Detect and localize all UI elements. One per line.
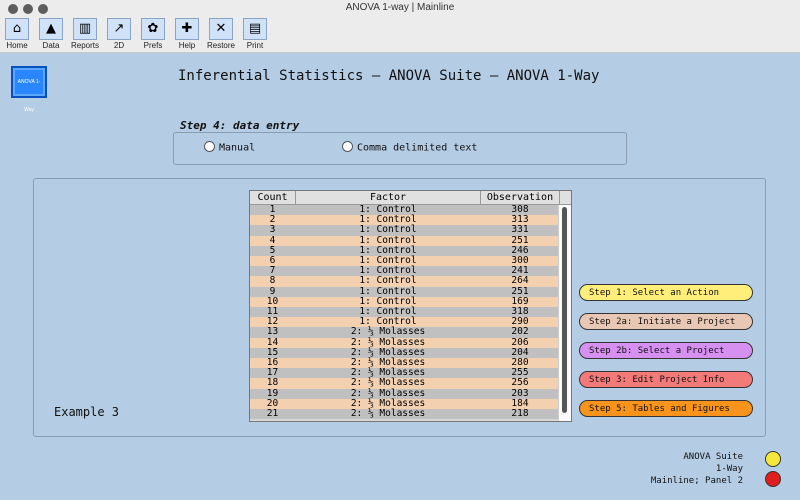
toolbar-prefs-button[interactable]: ✿ Prefs bbox=[136, 18, 170, 50]
toolbar-reports-button[interactable]: ▥ Reports bbox=[68, 18, 102, 50]
data-table[interactable]: Count Factor Observation 1 1: Control 308 2… bbox=[249, 190, 572, 422]
step1-select-action-button[interactable]: Step 1: Select an Action bbox=[579, 284, 753, 301]
column-header-observation[interactable]: Observation bbox=[481, 191, 560, 204]
toolbar-restore-button[interactable]: ✕ Restore bbox=[204, 18, 238, 50]
toolbar-label: Reports bbox=[70, 41, 99, 50]
cell-count: 18 bbox=[266, 377, 279, 389]
example-label: Example 3 bbox=[54, 405, 120, 419]
toolbar-label: 2D bbox=[113, 41, 125, 50]
data-entry-mode-group: Manual Comma delimited text bbox=[173, 132, 627, 165]
manual-radio-circle[interactable] bbox=[204, 141, 215, 152]
cell-factor: 1: Control bbox=[359, 275, 417, 287]
app-logo: ANOVA 1-Way bbox=[11, 66, 47, 113]
status-indicator-yellow bbox=[765, 451, 781, 467]
status-suite: ANOVA Suite bbox=[683, 452, 743, 462]
toolbar-help-button[interactable]: ✚ Help bbox=[170, 18, 204, 50]
manual-radio-label: Manual bbox=[219, 142, 256, 154]
toolbar-label: Home bbox=[6, 41, 28, 50]
toolbar-label: Print bbox=[246, 41, 264, 50]
leaf-icon: ✿ bbox=[141, 18, 165, 40]
cell-factor: 1: Control bbox=[359, 224, 417, 236]
toolbar-label: Help bbox=[178, 41, 196, 50]
toolbar-print-button[interactable]: ▤ Print bbox=[238, 18, 272, 50]
column-header-factor[interactable]: Factor bbox=[296, 191, 481, 204]
cell-observation: 218 bbox=[511, 408, 529, 419]
home-icon: ⌂ bbox=[5, 18, 29, 40]
tree-icon: ▲ bbox=[39, 18, 63, 40]
step3-edit-project-info-button[interactable]: Step 3: Edit Project Info bbox=[579, 371, 753, 388]
printer-icon: ▤ bbox=[243, 18, 267, 40]
table-header: Count Factor Observation bbox=[250, 191, 571, 205]
comma-delimited-radio-label: Comma delimited text bbox=[357, 142, 478, 154]
cell-observation: 264 bbox=[511, 275, 529, 287]
cell-count: 3 bbox=[269, 224, 276, 236]
column-header-count[interactable]: Count bbox=[250, 191, 296, 204]
status-type: 1-Way bbox=[715, 464, 743, 474]
cell-count: 8 bbox=[269, 275, 276, 287]
chart-icon: ↗ bbox=[107, 18, 131, 40]
toolbar-label: Data bbox=[42, 41, 60, 50]
comma-delimited-radio-circle[interactable] bbox=[342, 141, 353, 152]
building-icon: ▥ bbox=[73, 18, 97, 40]
page-title: Inferential Statistics — ANOVA Suite — A… bbox=[178, 68, 600, 84]
step5-tables-figures-button[interactable]: Step 5: Tables and Figures bbox=[579, 400, 753, 417]
cell-observation: 331 bbox=[511, 224, 529, 236]
table-scrollbar[interactable] bbox=[558, 205, 571, 421]
cell-count: 21 bbox=[266, 408, 279, 419]
comma-delimited-radio[interactable]: Comma delimited text bbox=[342, 141, 478, 154]
toolbar: ⌂ Home ▲ Data ▥ Reports ↗ 2D ✿ Prefs ✚ Help ✕ Restore… bbox=[0, 18, 800, 53]
step4-label: Step 4: data entry bbox=[180, 119, 300, 132]
cell-count: 13 bbox=[266, 326, 279, 338]
step2a-initiate-project-button[interactable]: Step 2a: Initiate a Project bbox=[579, 313, 753, 330]
status-panel: Mainline; Panel 2 bbox=[650, 476, 743, 486]
cell-observation: 202 bbox=[511, 326, 529, 338]
cell-observation: 256 bbox=[511, 377, 529, 389]
scrollbar-thumb[interactable] bbox=[562, 207, 567, 413]
toolbar-label: Restore bbox=[206, 41, 235, 50]
cell-factor: 2: ⅓ Molasses bbox=[350, 377, 426, 389]
table-row[interactable]: 21 2: ⅓ Molasses 218 bbox=[250, 408, 559, 420]
title-bar: ANOVA 1-way | Mainline bbox=[0, 0, 800, 19]
cell-factor: 2: ⅓ Molasses bbox=[350, 408, 426, 419]
toolbar-2d-button[interactable]: ↗ 2D bbox=[102, 18, 136, 50]
step2b-select-project-button[interactable]: Step 2b: Select a Project bbox=[579, 342, 753, 359]
toolbar-data-button[interactable]: ▲ Data bbox=[34, 18, 68, 50]
tools-icon: ✕ bbox=[209, 18, 233, 40]
manual-radio[interactable]: Manual bbox=[204, 141, 256, 154]
toolbar-label: Prefs bbox=[143, 41, 163, 50]
toolbar-home-button[interactable]: ⌂ Home bbox=[0, 18, 34, 50]
cell-factor: 2: ⅓ Molasses bbox=[350, 326, 426, 338]
window-title: ANOVA 1-way | Mainline bbox=[345, 2, 455, 13]
helmet-icon: ✚ bbox=[175, 18, 199, 40]
status-indicator-red bbox=[765, 471, 781, 487]
